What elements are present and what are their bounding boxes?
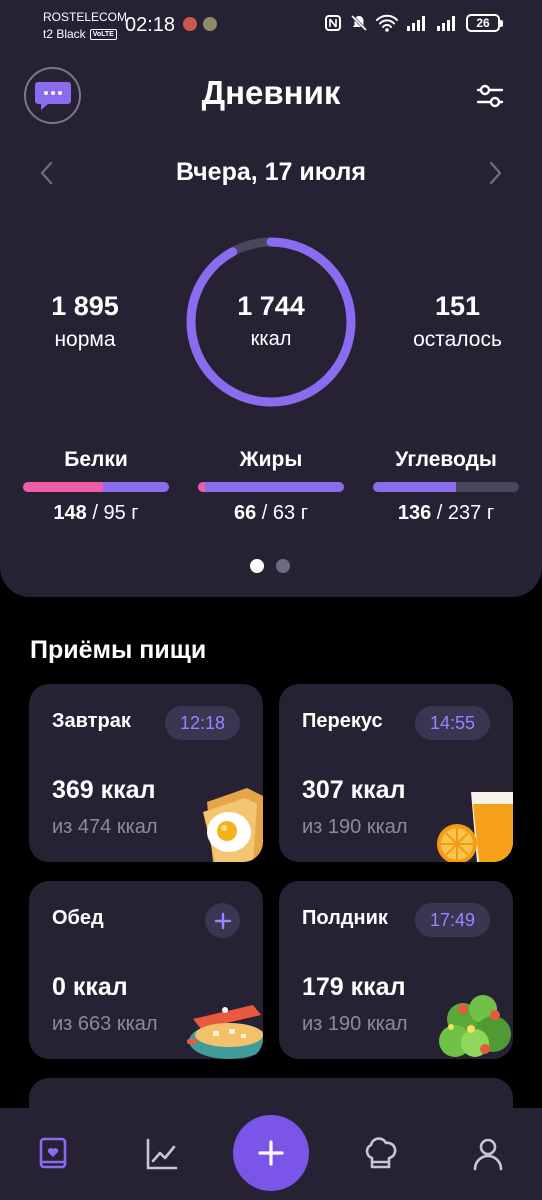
- calorie-remaining-label: осталось: [413, 328, 502, 351]
- plus-icon: [214, 912, 231, 929]
- meal-goal: из 663 ккал: [52, 1013, 158, 1035]
- diary-icon: [39, 1137, 67, 1169]
- macro-target: / 63 г: [256, 502, 309, 524]
- profile-icon: [473, 1138, 503, 1171]
- battery-indicator: 26: [466, 14, 503, 32]
- meal-goal: из 190 ккал: [302, 1013, 408, 1035]
- macro-progress-bar: [23, 482, 169, 492]
- macro-protein: Белки 148 / 95 г: [23, 448, 169, 525]
- current-date[interactable]: Вчера, 17 июля: [0, 158, 542, 187]
- macro-fill: [373, 482, 457, 492]
- meal-time-badge: 12:18: [165, 706, 240, 740]
- soup-pot-icon: [187, 1005, 263, 1059]
- meal-goal: из 190 ккал: [302, 816, 408, 838]
- macro-fill-overflow: [23, 482, 104, 492]
- calorie-eaten: 1 744 ккал: [183, 290, 359, 351]
- page-dot-active[interactable]: [250, 559, 264, 573]
- calorie-eaten-unit: ккал: [250, 328, 292, 350]
- calorie-norm-value: 1 895: [51, 291, 119, 321]
- sliders-icon: [476, 84, 504, 108]
- page-dot[interactable]: [276, 559, 290, 573]
- meal-name: Полдник: [302, 907, 388, 929]
- meal-kcal: 0 ккал: [52, 973, 128, 1001]
- carrier-plan: t2 Black: [43, 27, 86, 41]
- macro-label: Жиры: [239, 448, 303, 471]
- meal-card-lunch[interactable]: Обед 0 ккал из 663 ккал: [29, 881, 263, 1059]
- next-day-button[interactable]: [484, 158, 506, 193]
- calorie-norm: 1 895 норма: [30, 290, 140, 352]
- meal-kcal: 369 ккал: [52, 776, 156, 804]
- meal-name: Обед: [52, 907, 104, 929]
- page-title: Дневник: [201, 74, 341, 111]
- mute-icon: [350, 14, 368, 32]
- meal-name: Завтрак: [52, 710, 131, 732]
- meal-card-breakfast[interactable]: Завтрак 12:18 369 ккал из 474 ккал: [29, 684, 263, 862]
- macro-eaten: 148: [53, 502, 87, 524]
- date-selector: Вчера, 17 июля: [0, 154, 542, 194]
- macro-carbs: Углеводы 136 / 237 г: [373, 448, 519, 525]
- macro-target: / 237 г: [431, 502, 495, 524]
- nav-statistics[interactable]: [144, 1136, 180, 1172]
- signal-icon: [437, 16, 455, 31]
- meal-time-badge: 17:49: [415, 903, 490, 937]
- add-food-button[interactable]: [233, 1115, 309, 1191]
- nav-diary[interactable]: [36, 1136, 72, 1172]
- orange-juice-icon: [437, 792, 513, 862]
- macro-fat: Жиры 66 / 63 г: [198, 448, 344, 525]
- calorie-eaten-value: 1 744: [237, 291, 305, 321]
- macro-progress-bar: [373, 482, 519, 492]
- meal-kcal: 307 ккал: [302, 776, 406, 804]
- notification-app-icon: [183, 17, 197, 31]
- macro-fill: [198, 482, 344, 492]
- meal-name: Перекус: [302, 710, 383, 732]
- meal-card-afternoon-snack[interactable]: Полдник 17:49 179 ккал из 190 ккал: [279, 881, 513, 1059]
- macro-label: Углеводы: [395, 448, 497, 471]
- calorie-remaining-value: 151: [434, 291, 481, 321]
- meals-title: Приёмы пищи: [30, 636, 207, 664]
- chevron-right-icon: [489, 161, 502, 185]
- settings-button[interactable]: [474, 80, 506, 112]
- bottom-navigation: [0, 1108, 542, 1200]
- system-icons: 26: [324, 14, 503, 32]
- nav-profile[interactable]: [470, 1136, 506, 1172]
- page-indicator: [250, 559, 290, 573]
- calorie-remaining: 151 осталось: [400, 290, 515, 352]
- macro-fill-overflow: [198, 482, 206, 492]
- macro-eaten: 66: [233, 502, 257, 524]
- add-icon: [258, 1140, 284, 1166]
- macro-values: 136 / 237 г: [373, 502, 519, 525]
- macro-values: 66 / 63 г: [198, 502, 344, 525]
- meal-kcal: 179 ккал: [302, 973, 406, 1001]
- calorie-norm-label: норма: [54, 328, 116, 351]
- recipes-icon: [365, 1137, 397, 1169]
- toast-egg-icon: [203, 788, 263, 862]
- macro-progress-bar: [198, 482, 344, 492]
- macro-values: 148 / 95 г: [23, 502, 169, 525]
- macro-eaten: 136: [397, 502, 432, 524]
- carrier-name: ROSTELECOM: [43, 10, 128, 24]
- stats-icon: [146, 1138, 178, 1170]
- status-time: 02:18: [125, 14, 176, 36]
- macro-label: Белки: [64, 448, 128, 471]
- notification-icons: [183, 17, 217, 31]
- nav-recipes[interactable]: [362, 1136, 398, 1172]
- salad-icon: [439, 995, 511, 1057]
- macro-target: / 95 г: [86, 502, 139, 524]
- meal-card-snack[interactable]: Перекус 14:55 307 ккал из 190 ккал: [279, 684, 513, 862]
- status-bar: ROSTELECOM t2 Black VoLTE 02:18 26: [0, 0, 542, 50]
- wifi-icon: [376, 14, 398, 32]
- volte-badge: VoLTE: [89, 28, 117, 40]
- meal-goal: из 474 ккал: [52, 816, 158, 838]
- notification-app-icon: [203, 17, 217, 31]
- nfc-icon: [325, 15, 341, 31]
- carrier-info: ROSTELECOM t2 Black VoLTE: [43, 10, 127, 41]
- meal-time-badge: 14:55: [415, 706, 490, 740]
- signal-icon: [407, 16, 425, 31]
- add-meal-button[interactable]: [205, 903, 240, 938]
